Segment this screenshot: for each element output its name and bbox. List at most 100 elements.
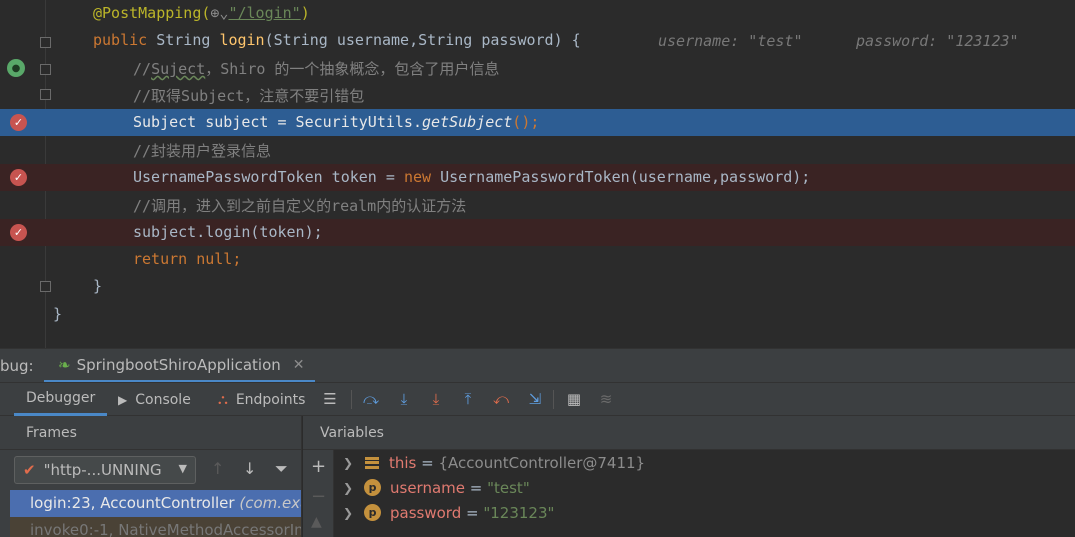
variable-value: {AccountController@7411} [438,453,646,472]
tab-endpoints[interactable]: ⛬ Endpoints [218,383,305,416]
code-line-current-execution[interactable]: ✓ Subject subject = SecurityUtils.getSub… [0,109,1075,136]
add-watch-icon[interactable]: + [311,456,326,477]
code-editor[interactable]: @PostMapping(⊕⌄"/login") ● public String… [0,0,1075,348]
fold-marker-icon[interactable] [40,64,51,75]
code-line-breakpoint[interactable]: ✓ subject.login(token); [0,219,1075,246]
chevron-right-icon[interactable]: ❯ [343,481,355,495]
step-into-icon[interactable]: ⤓ [394,389,414,409]
inline-hint-username: username: "test" [658,32,803,50]
debug-label: bug: [0,357,34,375]
chevron-down-icon: ▼ [178,462,187,475]
closing-brace: } [53,305,63,323]
statement-text: UsernamePasswordToken(username,password)… [440,168,811,186]
tab-console[interactable]: ▶ Console [118,383,191,416]
spring-boot-icon: ❧ [58,355,71,374]
close-icon[interactable]: ✕ [293,357,305,373]
step-over-icon[interactable]: ⤼ [361,389,381,409]
code-line-comment[interactable]: //调用，进入到之前自定义的realm内的认证方法 [0,191,1075,218]
code-line-comment[interactable]: //取得Subject，注意不要引错包 [0,81,1075,108]
console-icon: ▶ [118,392,128,407]
frame-row[interactable]: login:23, AccountController (com.exa [10,490,301,517]
force-step-into-icon[interactable]: ⤓ [426,389,446,409]
evaluate-expression-icon[interactable]: ▦ [564,389,584,409]
keyword-public: public [93,31,157,49]
tab-debugger[interactable]: Debugger [14,383,108,416]
frame-method: invoke0:-1, NativeMethodAccessorIm [30,521,302,537]
parameter-icon: p [364,479,381,496]
keyword-return: return [133,250,197,268]
globe-icon[interactable]: ⊕⌄ [210,4,228,22]
variable-row-username[interactable]: ❯ p username = "test" [343,475,530,500]
trace-stream-icon[interactable]: ≋ [596,389,616,409]
run-to-cursor-icon[interactable]: ⇲ [525,389,545,409]
code-line-breakpoint[interactable]: ✓ UsernamePasswordToken token = new User… [0,164,1075,191]
chevron-right-icon[interactable]: ❯ [343,456,355,470]
layout-menu-icon[interactable]: ☰ [320,389,340,409]
chevron-right-icon[interactable]: ❯ [343,506,355,520]
variable-value: "test" [487,478,530,497]
static-call: getSubject [421,113,513,131]
annotation-token: @PostMapping( [93,4,211,22]
code-line-comment[interactable]: //封装用户登录信息 [0,136,1075,163]
thread-selected-label: "http-...UNNING [43,461,162,479]
comment-prefix: // [133,60,152,78]
tab-label: Endpoints [235,391,306,408]
tab-label: Console [135,391,191,408]
frame-method: login:23, AccountController [30,494,240,512]
code-line-return[interactable]: return null; [0,246,1075,273]
variable-value: "123123" [483,503,555,522]
frame-row[interactable]: invoke0:-1, NativeMethodAccessorIm [10,517,302,537]
fold-marker-icon[interactable] [40,281,51,292]
annotation-close: ) [300,4,310,22]
arrow-down-icon[interactable]: ↓ [243,459,256,478]
variable-row-this[interactable]: ❯ this = {AccountController@7411} [343,450,645,475]
parameter-icon: p [364,504,381,521]
endpoints-icon: ⛬ [218,391,228,408]
return-type: String [156,31,220,49]
comment-text: //调用，进入到之前自定义的realm内的认证方法 [133,197,467,215]
arrow-up-icon[interactable]: ↑ [211,459,224,478]
comment-text: //封装用户登录信息 [133,142,272,160]
code-line-close-class[interactable]: } [0,301,1075,328]
variables-panel-header: Variables [303,416,1075,450]
filter-icon[interactable]: ⏷ [275,459,288,479]
frame-package: (com.exa [239,494,301,512]
code-line-method-signature[interactable]: ● public String login(String username,St… [0,27,1075,77]
variable-equals: = [465,478,488,497]
keyword-new: new [403,168,441,186]
frames-title: Frames [26,425,77,441]
breakpoint-check-icon[interactable]: ✓ [10,114,27,131]
statement-text: UsernamePasswordToken token = [133,168,404,186]
method-params: (String username,String password) { [264,31,581,49]
variable-row-password[interactable]: ❯ p password = "123123" [343,500,554,525]
variable-equals: = [416,453,439,472]
step-out-icon[interactable]: ⤒ [458,389,478,409]
comment-text: ，Shiro 的一个抽象概念，包含了用户信息 [205,60,500,78]
debug-session-tab[interactable]: ❧ SpringbootShiroApplication ✕ [44,349,315,383]
session-tab-label: SpringbootShiroApplication [76,355,281,374]
mapping-path-link[interactable]: "/login" [228,4,300,22]
breakpoint-check-icon[interactable]: ✓ [10,169,27,186]
typo-word: Suject [151,60,206,78]
breakpoint-check-icon[interactable]: ✓ [10,224,27,241]
debug-window-header: bug: ❧ SpringbootShiroApplication ✕ [0,348,1075,383]
debug-toolbar: Debugger ▶ Console ⛬ Endpoints ☰ ⤼ ⤓ ⤓ ⤒… [0,382,1075,416]
code-line-comment[interactable]: //Suject，Shiro 的一个抽象概念，包含了用户信息 [0,54,1075,81]
code-line-annotation[interactable]: @PostMapping(⊕⌄"/login") [0,0,1075,27]
move-up-icon[interactable]: ▲ [311,514,322,530]
thread-selector[interactable]: ✔ "http-...UNNING ▼ [14,456,196,484]
variable-name: this [389,453,417,472]
frames-panel-header: Frames [0,416,302,450]
variables-title: Variables [320,425,384,441]
remove-watch-icon[interactable]: − [311,486,326,507]
method-name: login [219,31,265,49]
fold-marker-icon[interactable] [40,89,51,100]
drop-frame-icon[interactable]: ⤺ [491,389,511,409]
keyword-null: null; [196,250,242,268]
variable-name: password [390,503,462,522]
field-icon [364,455,380,471]
fold-marker-icon[interactable] [40,37,51,48]
code-line-close-method[interactable]: } [0,273,1075,300]
inline-hint-password: password: "123123" [856,32,1019,50]
toolbar-separator [553,390,554,409]
